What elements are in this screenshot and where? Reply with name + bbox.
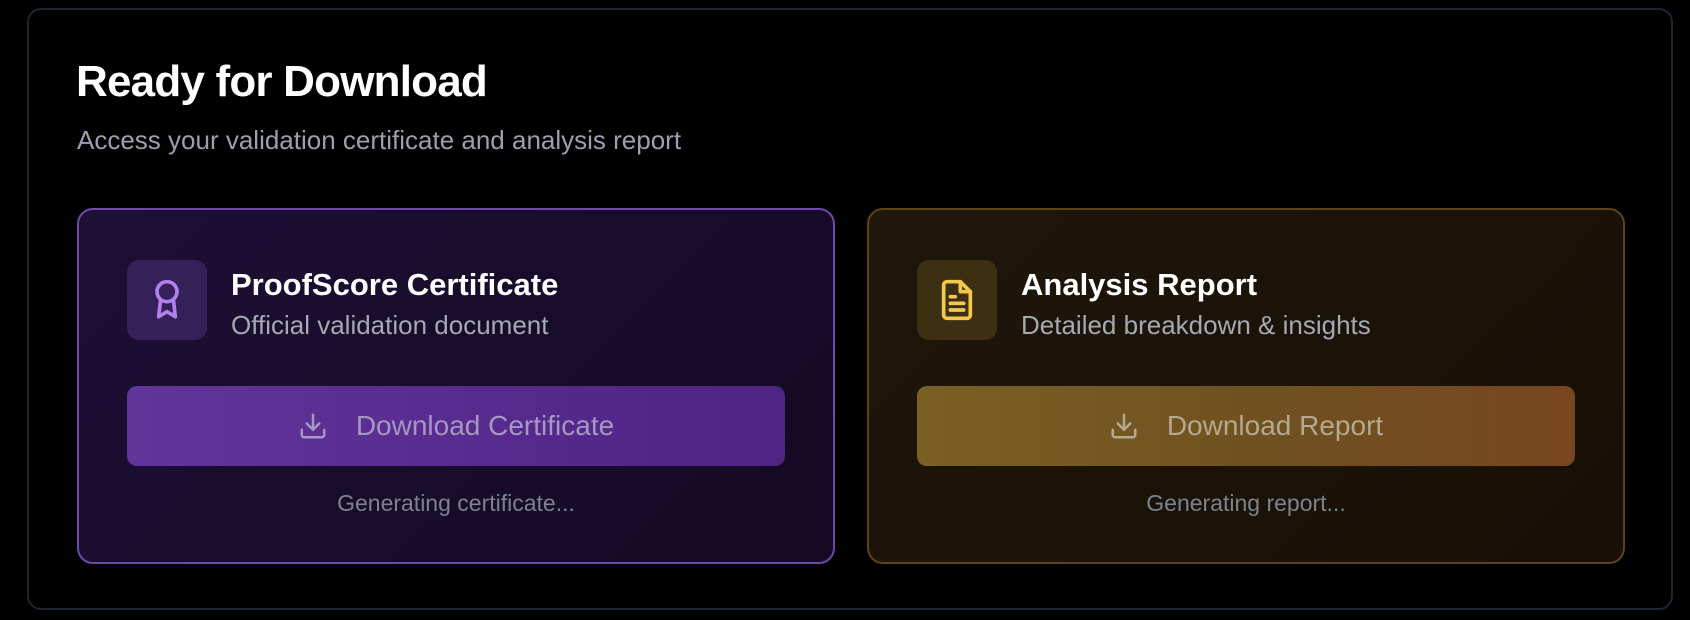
download-icon: [298, 411, 328, 441]
report-status-text: Generating report...: [1146, 490, 1346, 516]
certificate-status-text: Generating certificate...: [337, 490, 575, 516]
award-ribbon-icon: [155, 279, 179, 319]
report-icon-tile: [917, 260, 997, 340]
download-report-button[interactable]: Download Report: [917, 386, 1575, 466]
report-card-description: Detailed breakdown & insights: [1021, 310, 1371, 340]
downloads-panel: Ready for Download Access your validatio…: [27, 8, 1673, 610]
report-card: Analysis Report Detailed breakdown & ins…: [867, 208, 1625, 564]
certificate-card-title: ProofScore Certificate: [231, 267, 559, 302]
page-title: Ready for Download: [76, 57, 488, 106]
download-certificate-label: Download Certificate: [355, 410, 615, 441]
page-subtitle: Access your validation certificate and a…: [77, 125, 682, 155]
certificate-card: ProofScore Certificate Official validati…: [77, 208, 835, 564]
certificate-card-description: Official validation document: [231, 310, 549, 340]
certificate-icon-tile: [127, 260, 207, 340]
download-report-label: Download Report: [1166, 410, 1384, 441]
download-certificate-button[interactable]: Download Certificate: [127, 386, 785, 466]
document-icon: [941, 279, 973, 321]
download-icon: [1109, 411, 1139, 441]
report-card-title: Analysis Report: [1021, 267, 1258, 302]
